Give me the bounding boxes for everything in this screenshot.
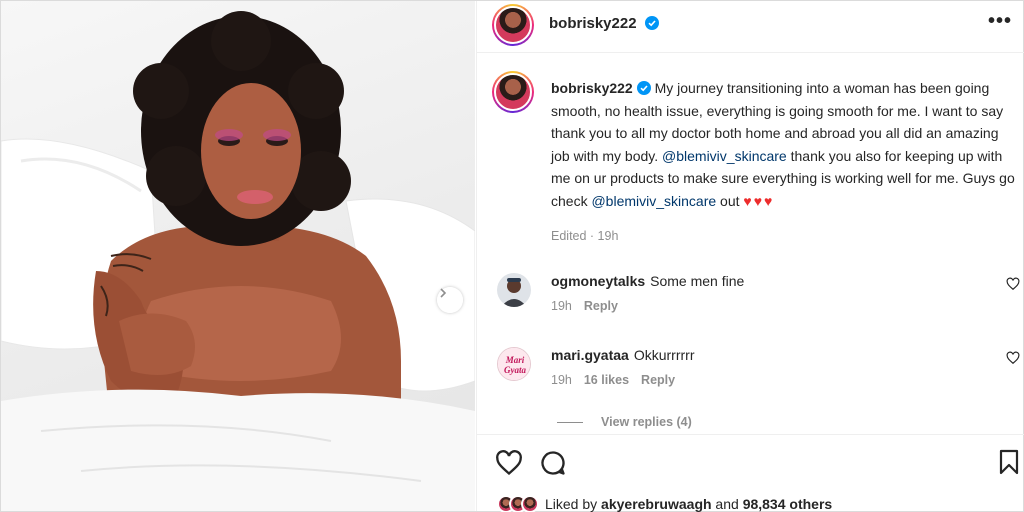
commenter-avatar[interactable] — [497, 273, 531, 307]
likes-text: Liked by akyerebruwaagh and 98,834 other… — [545, 496, 833, 512]
caption-body-3: out — [716, 192, 744, 209]
comment-time[interactable]: 19h — [551, 373, 572, 387]
comment-meta: 19h 16 likes Reply — [551, 373, 687, 387]
liker-username[interactable]: akyerebruwaagh — [601, 496, 712, 512]
caption-username[interactable]: bobrisky222 — [551, 80, 633, 96]
commenter-avatar[interactable]: Mari Gyata — [497, 347, 531, 381]
verified-badge-icon — [644, 16, 659, 30]
divider — [557, 421, 583, 423]
action-bar — [477, 434, 1024, 494]
author-avatar[interactable] — [492, 4, 534, 46]
comment-icon[interactable] — [539, 449, 567, 477]
liker-avatar — [521, 495, 539, 512]
next-photo-button[interactable] — [437, 287, 463, 313]
red-hearts-emoji: ♥♥♥ — [743, 192, 775, 209]
svg-text:Mari: Mari — [505, 355, 525, 365]
verified-badge-icon — [636, 81, 651, 95]
caption-edited-time[interactable]: Edited · 19h — [551, 229, 618, 243]
comment-time[interactable]: 19h — [551, 299, 572, 313]
svg-text:Gyata: Gyata — [504, 365, 526, 375]
heart-icon[interactable] — [1006, 351, 1020, 365]
comment-text: mari.gyataa Okkurrrrrr — [551, 347, 695, 363]
post-photo-illustration — [1, 11, 475, 511]
reply-button[interactable]: Reply — [641, 373, 675, 387]
mention-link[interactable]: @blemiviv_skincare — [662, 148, 787, 164]
more-options-button[interactable]: ••• — [988, 11, 1012, 31]
comment-username[interactable]: mari.gyataa — [551, 347, 629, 363]
heart-icon[interactable] — [1006, 277, 1020, 291]
caption-avatar[interactable] — [492, 71, 534, 113]
bookmark-icon[interactable] — [997, 449, 1021, 475]
mention-link[interactable]: @blemiviv_skincare — [591, 193, 716, 209]
likes-count[interactable]: 98,834 others — [743, 496, 833, 512]
post-photo[interactable] — [1, 1, 475, 511]
comment-likes[interactable]: 16 likes — [584, 373, 629, 387]
comment-item: ogmoneytalks Some men fine 19h Reply — [477, 273, 1024, 333]
comment-username[interactable]: ogmoneytalks — [551, 273, 645, 289]
comment-text: ogmoneytalks Some men fine — [551, 273, 745, 289]
likes-summary[interactable]: Liked by akyerebruwaagh and 98,834 other… — [497, 495, 832, 512]
view-replies-button[interactable]: View replies (4) — [557, 415, 692, 429]
post-side-panel: bobrisky222 ••• bobrisky222 My journey t… — [476, 1, 1024, 512]
comment-item: Mari Gyata mari.gyataa Okkurrrrrr 19h 16 l… — [477, 347, 1024, 407]
reply-button[interactable]: Reply — [584, 299, 618, 313]
caption-text: bobrisky222 My journey transitioning int… — [551, 77, 1019, 212]
chevron-right-icon — [440, 288, 447, 298]
author-username[interactable]: bobrisky222 — [549, 15, 659, 32]
comment-meta: 19h Reply — [551, 299, 630, 313]
avatar-image — [497, 273, 531, 307]
heart-icon[interactable] — [495, 449, 523, 477]
avatar-image: Mari Gyata — [498, 348, 530, 380]
post-header: bobrisky222 ••• — [477, 1, 1024, 53]
